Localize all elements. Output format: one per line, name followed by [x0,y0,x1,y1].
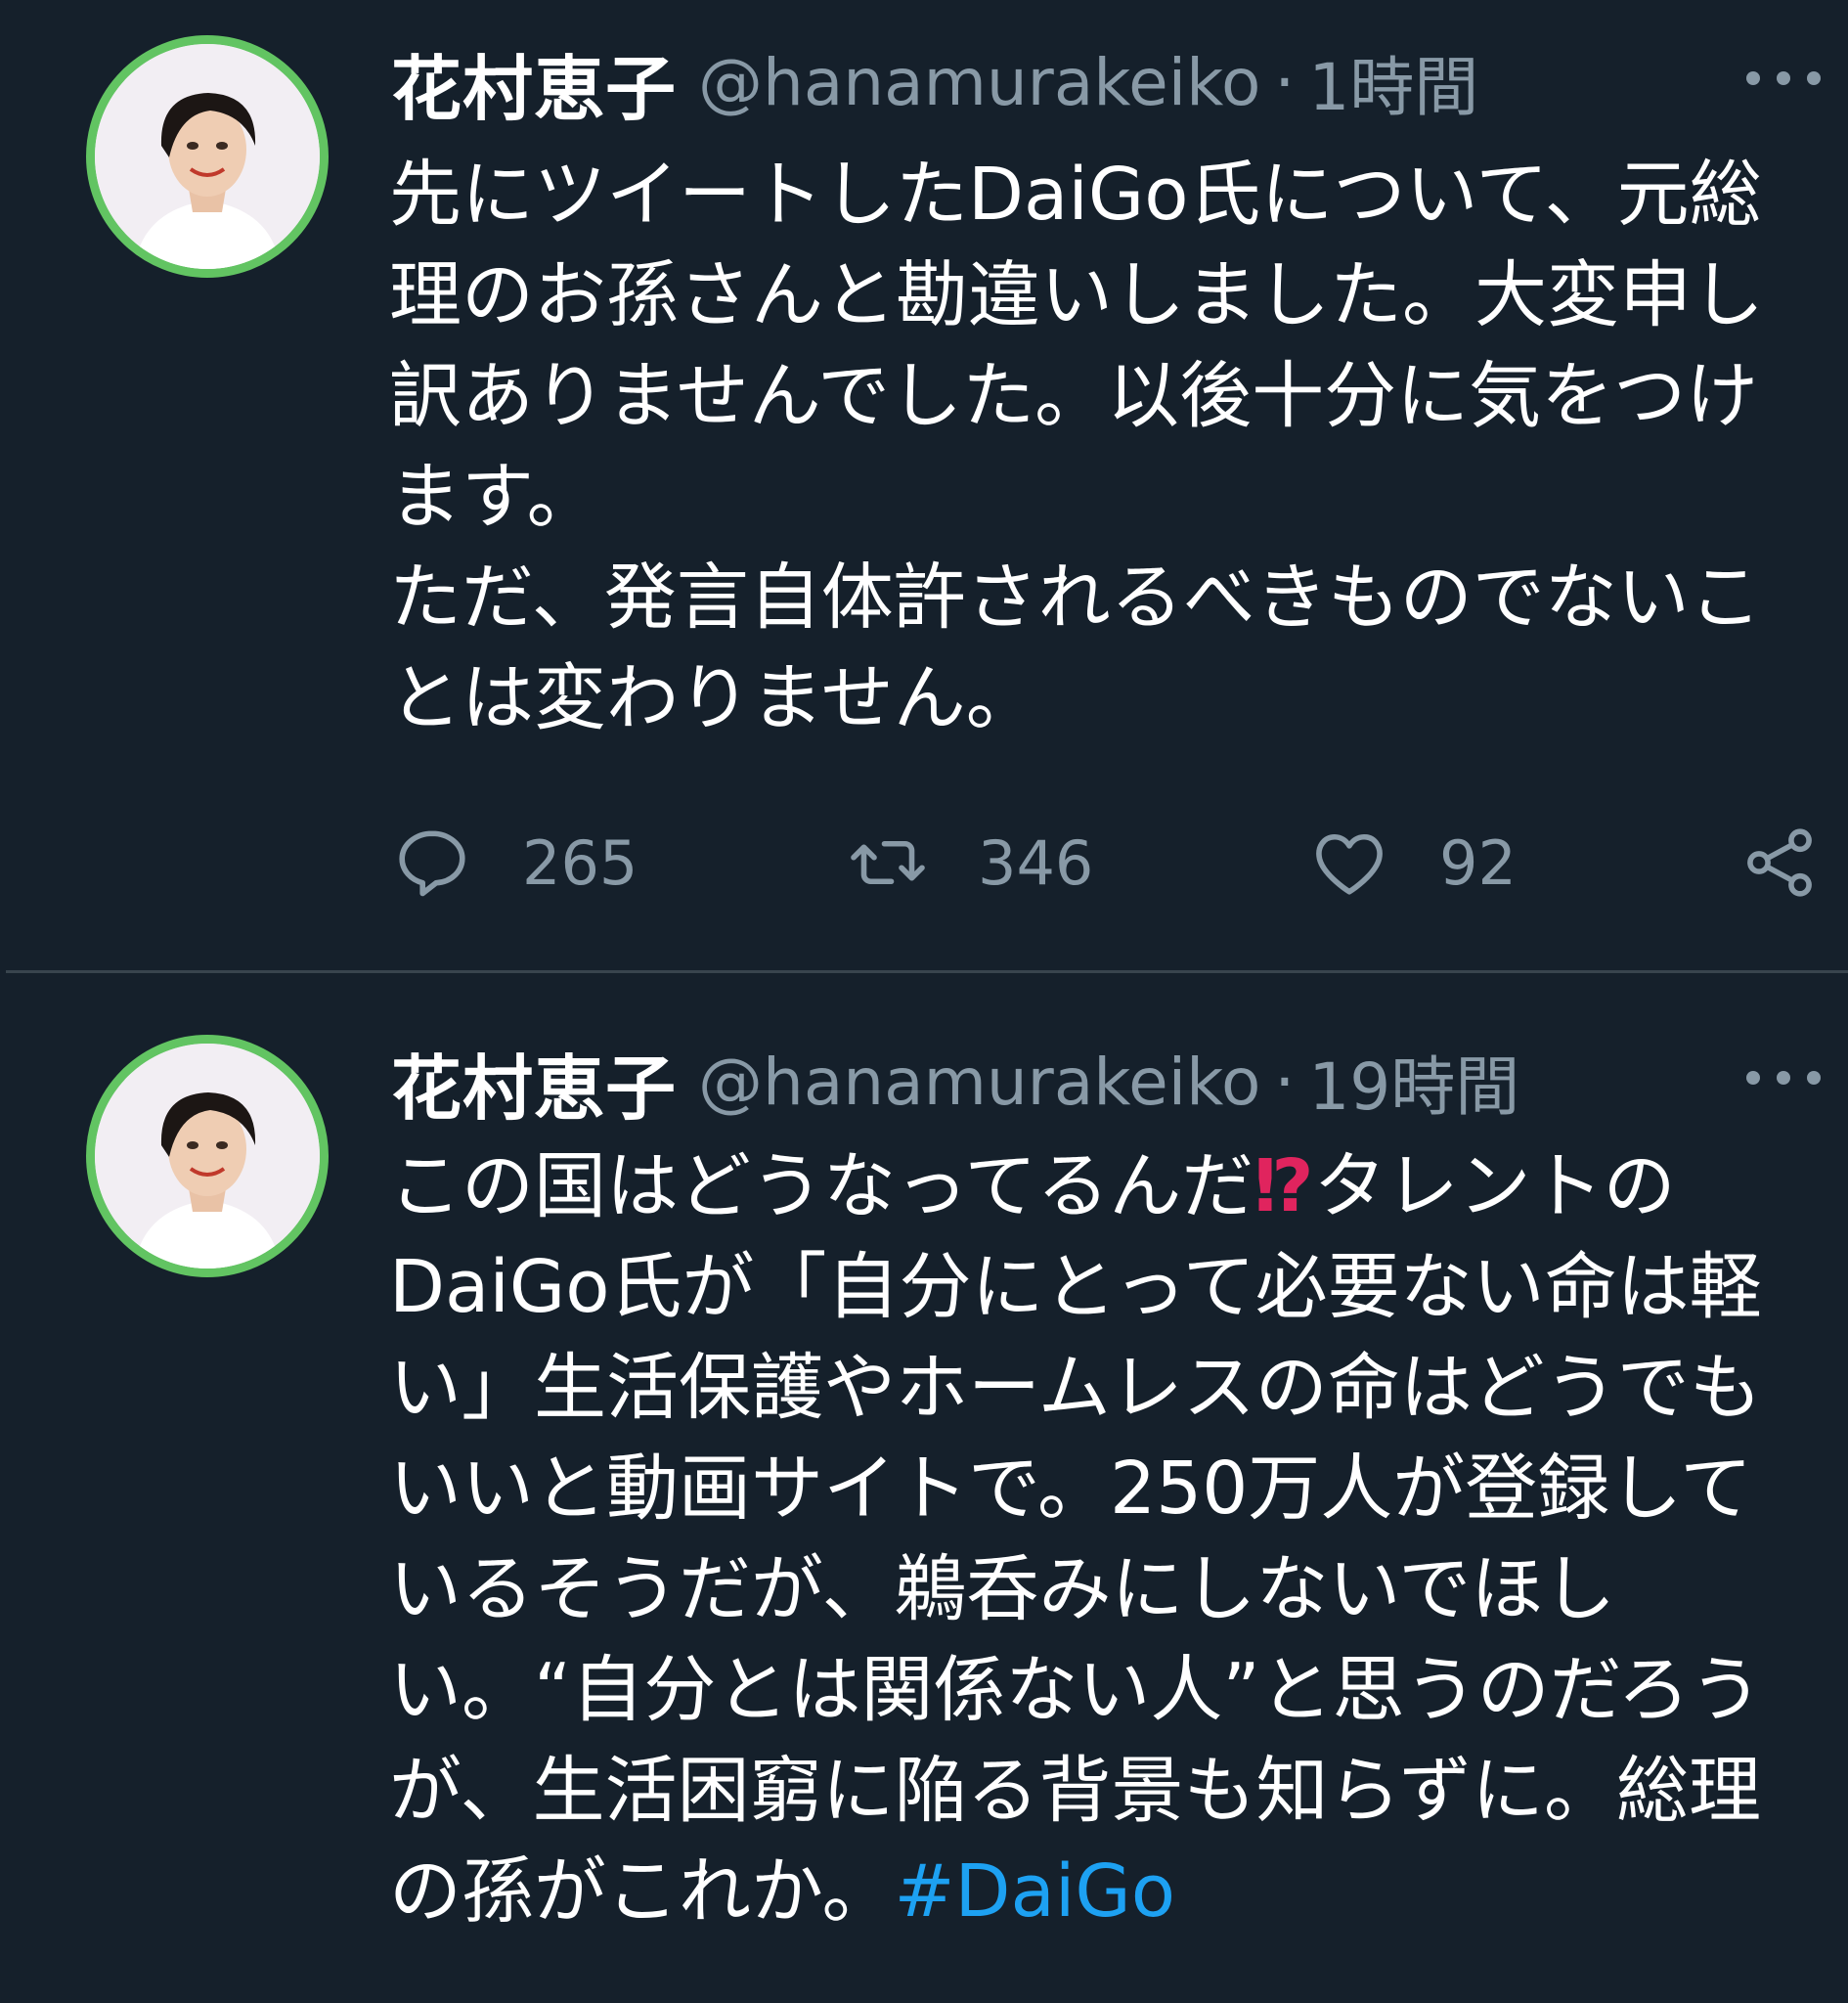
tweet-text: この国はどうなってるんだ⁉タレントの DaiGo氏が「自分にとって必要ない命は軽… [389,1136,1817,1942]
retweet-button[interactable]: 346 [847,814,1093,912]
tweet-text-line: が、生活困窮に陥る背景も知らずに。総理 [389,1749,1762,1833]
retweet-count: 346 [978,826,1094,899]
reply-count: 265 [522,826,638,899]
share-button[interactable] [1738,814,1821,912]
tweet-text-segment: この国はどうなってるんだ [389,1144,1254,1228]
interrobang-icon: ⁉ [1254,1144,1314,1228]
reply-icon [399,830,465,897]
timestamp[interactable]: 19時間 [1308,1035,1519,1129]
share-icon [1747,828,1812,897]
tweet-text-line: この国はどうなってるんだ⁉タレントの [389,1136,1817,1237]
tweet-text-line: ます。 [389,455,599,539]
tweet-text-line: の孫がこれか。#DaiGo [389,1842,1817,1942]
display-name[interactable]: 花村恵子 [391,31,677,134]
display-name[interactable]: 花村恵子 [391,1031,677,1134]
tweet-text-line: いるそうだが、鵜呑みにしないでほし [389,1547,1616,1631]
tweet-header: 花村恵子 @hanamurakeiko · 1時間 [391,33,1848,131]
separator-dot: · [1274,1044,1296,1120]
hashtag-link[interactable]: #DaiGo [895,1849,1176,1934]
tweet-2[interactable]: 花村恵子 @hanamurakeiko · 19時間 この国はどうなってるんだ⁉… [0,978,1848,2003]
like-button[interactable]: 92 [1308,814,1517,912]
user-handle[interactable]: @hanamurakeiko [698,45,1260,120]
more-icon[interactable] [1746,1058,1821,1097]
avatar[interactable] [86,1035,329,1277]
avatar-portrait-icon [95,44,320,269]
timestamp[interactable]: 1時間 [1308,35,1478,129]
avatar[interactable] [86,35,329,278]
tweet-text: 先にツイートしたDaiGo氏について、元総 理のお孫さんと勘違いしました。大変申… [389,145,1817,749]
tweet-text-line: とは変わりません。 [389,656,1038,740]
tweet-divider [6,970,1848,973]
tweet-header: 花村恵子 @hanamurakeiko · 19時間 [391,1033,1848,1131]
more-icon[interactable] [1746,59,1821,98]
tweet-1[interactable]: 花村恵子 @hanamurakeiko · 1時間 先にツイートしたDaiGo氏… [0,0,1848,972]
tweet-text-line: DaiGo氏が「自分にとって必要ない命は軽 [389,1245,1762,1329]
like-count: 92 [1439,826,1517,899]
tweet-text-line: い」生活保護やホームレスの命はどうでも [389,1346,1762,1430]
tweet-text-line: ただ、発言自体許されるべきものでないこ [389,556,1762,640]
reply-button[interactable]: 265 [391,814,638,912]
tweet-actions: 265 346 92 [391,814,1848,912]
retweet-icon [851,840,925,885]
avatar-portrait-icon [95,1044,320,1269]
separator-dot: · [1274,44,1296,120]
like-icon [1316,833,1383,895]
tweet-text-line: い。“自分とは関係ない人”と思うのだろう [389,1648,1763,1732]
tweet-text-segment: の孫がこれか。 [389,1849,895,1934]
tweet-text-line: 訳ありませんでした。以後十分に気をつけ [389,354,1759,438]
user-handle[interactable]: @hanamurakeiko [698,1045,1260,1120]
tweet-text-line: 理のお孫さんと勘違いしました。大変申し [389,253,1764,337]
tweet-text-segment: タレントの [1313,1144,1676,1228]
tweet-text-line: 先にツイートしたDaiGo氏について、元総 [389,153,1762,237]
tweet-text-line: いいと動画サイトで。250万人が登録して [389,1447,1753,1531]
